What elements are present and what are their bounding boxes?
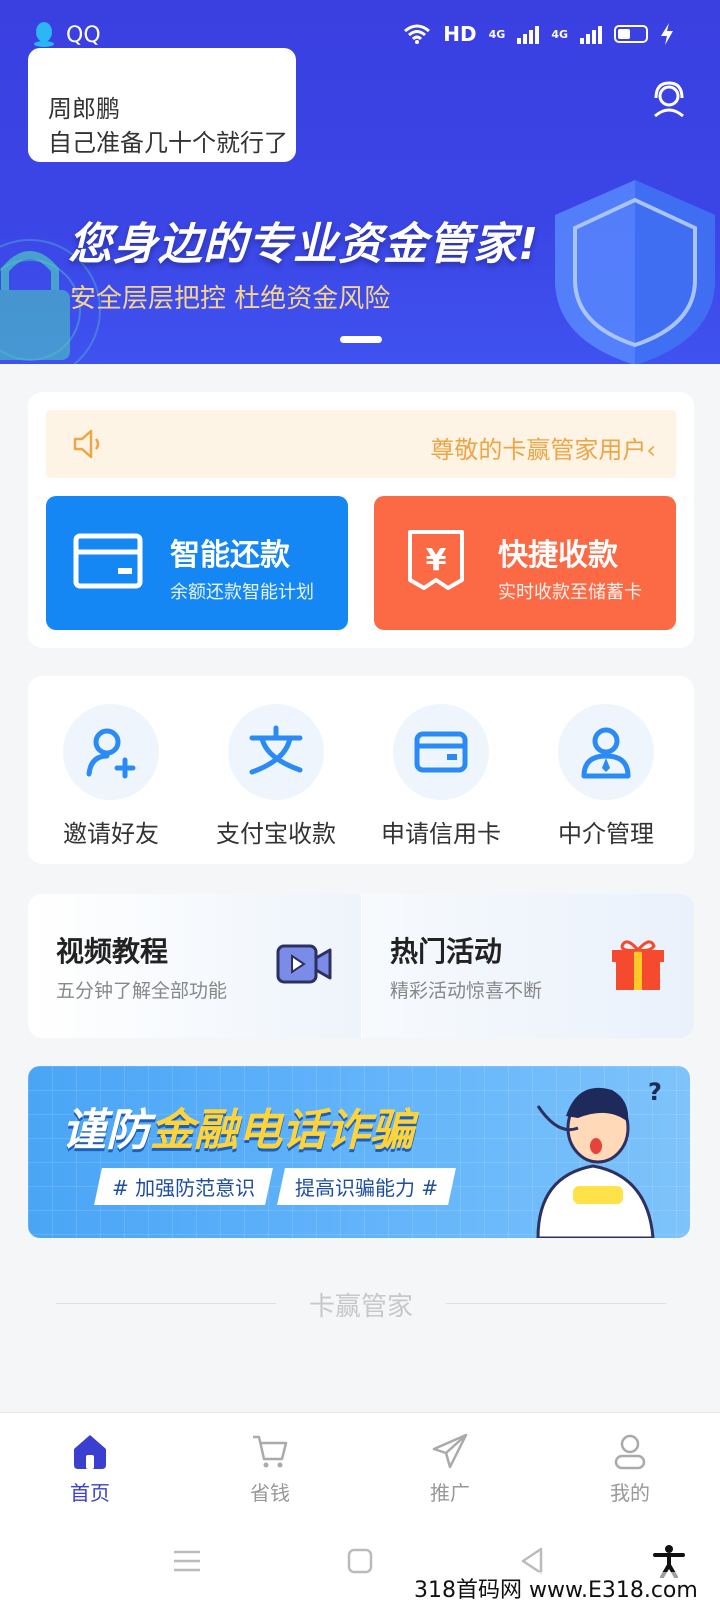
home-icon [74, 1435, 106, 1469]
speaker-icon [73, 429, 100, 459]
grid-label-alipay: 支付宝收款 [216, 820, 336, 848]
quick-collect-title: 快捷收款 [498, 538, 618, 573]
promo-card: 视频教程 五分钟了解全部功能 热门活动 精彩活动惊喜不断 [28, 894, 694, 1038]
grid-label-credit-card: 申请信用卡 [381, 820, 501, 848]
tab-home-label: 首页 [70, 1481, 110, 1505]
notification-sender: 周郎鹏 [48, 95, 120, 123]
status-left: QQ [32, 22, 101, 48]
grid-label-invite-friends: 邀请好友 [63, 820, 159, 848]
gift-icon [612, 940, 664, 990]
network-hd-label: HD [443, 22, 477, 46]
watermark-text: 318首码网 www.E318.com [414, 1572, 698, 1600]
qq-penguin-icon [34, 22, 54, 47]
grid-icon-circle [393, 704, 489, 800]
card-icon [73, 533, 143, 589]
shield-illustration-icon [555, 180, 715, 364]
battery-icon [614, 25, 648, 43]
cart-icon [253, 1435, 288, 1468]
grid-item-invite-friends[interactable]: 邀请好友 [41, 704, 181, 849]
tab-save-money[interactable]: 省钱 [210, 1431, 330, 1506]
smart-repay-button[interactable]: 智能还款 余额还款智能计划 [46, 496, 348, 630]
grid-item-credit-card[interactable]: 申请信用卡 [371, 704, 511, 849]
signal1-label: 4G [488, 27, 506, 41]
tab-home[interactable]: 首页 [30, 1431, 150, 1506]
fraud-tags: # 加强防范意识 提高识骗能力 # [94, 1168, 457, 1205]
grid-label-agent-management: 中介管理 [558, 820, 654, 848]
fraud-title-part-b: 金融电话诈骗 [150, 1105, 414, 1156]
tab-mine[interactable]: 我的 [570, 1431, 690, 1506]
banner-title: 您身边的专业资金管家! [68, 219, 540, 270]
hot-activity-subtitle: 精彩活动惊喜不断 [390, 980, 543, 1002]
bottom-tab-bar: 首页 省钱 推广 我的 [0, 1412, 720, 1522]
header: QQ HD 4G 4G 周郎鹏 自己准备几十个就行了 您身边的专业资金管家! 安… [0, 0, 720, 364]
hot-activity-entry[interactable]: 热门活动 精彩活动惊喜不断 [362, 894, 694, 1038]
grid-icon-circle [63, 704, 159, 800]
yen-receipt-icon: ¥ [408, 530, 464, 590]
video-icon [276, 944, 332, 984]
credit-card-icon [414, 731, 468, 773]
grid-item-alipay[interactable]: 支付宝收款 [206, 704, 346, 849]
fraud-tag-ability: 提高识骗能力 # [277, 1168, 457, 1205]
footer-brand-text: 卡赢管家 [308, 1292, 413, 1322]
notice-text: 尊敬的卡赢管家用户‹ [430, 436, 656, 464]
notification-message: 自己准备几十个就行了 [48, 129, 288, 157]
signal2-label: 4G [551, 27, 568, 41]
menu-icon[interactable] [170, 1544, 204, 1578]
wifi-icon [404, 24, 431, 44]
quick-collect-button[interactable]: ¥ 快捷收款 实时收款至储蓄卡 [374, 496, 676, 630]
svg-text:?: ? [648, 1078, 662, 1106]
banner-pagination-indicator [340, 336, 382, 343]
fraud-title-part-a: 谨防 [62, 1105, 150, 1156]
tab-promote[interactable]: 推广 [390, 1431, 510, 1506]
grid-icon-circle [228, 704, 324, 800]
video-tutorial-title: 视频教程 [56, 935, 169, 968]
customer-service-icon[interactable] [650, 80, 688, 118]
tab-save-money-label: 省钱 [250, 1481, 290, 1505]
grid-icon-circle [558, 704, 654, 800]
smart-repay-subtitle: 余额还款智能计划 [170, 582, 314, 603]
signal1-icon [517, 24, 540, 44]
quick-actions-card: 尊敬的卡赢管家用户‹ 智能还款 余额还款智能计划 ¥ 快捷收款 实时收款至储蓄卡 [28, 392, 694, 648]
fraud-tag-awareness: # 加强防范意识 [94, 1168, 274, 1205]
alipay-icon [249, 725, 303, 775]
hot-activity-title: 热门活动 [390, 935, 503, 968]
smart-repay-title: 智能还款 [170, 538, 290, 573]
video-tutorial-entry[interactable]: 视频教程 五分钟了解全部功能 [28, 894, 361, 1038]
video-tutorial-subtitle: 五分钟了解全部功能 [56, 980, 228, 1002]
tab-promote-label: 推广 [430, 1481, 470, 1505]
agent-icon [581, 727, 631, 779]
feature-grid-card: 邀请好友 支付宝收款 申请信用卡 中介管理 [28, 676, 694, 864]
grid-item-agent-management[interactable]: 中介管理 [536, 704, 676, 849]
charging-icon [661, 23, 673, 45]
message-notification[interactable]: 周郎鹏 自己准备几十个就行了 [28, 48, 296, 162]
profile-icon [614, 1434, 646, 1470]
banner-subtitle: 安全层层把控 杜绝资金风险 [70, 284, 391, 314]
footer-brand: 卡赢管家 [56, 1286, 666, 1322]
tab-mine-label: 我的 [610, 1481, 650, 1505]
status-app-name: QQ [66, 22, 101, 48]
fraud-title: 谨防金融电话诈骗 [62, 1094, 414, 1158]
quick-collect-subtitle: 实时收款至储蓄卡 [498, 582, 642, 603]
worried-person-illustration-icon: ? [536, 1078, 662, 1238]
signal2-icon [580, 24, 602, 44]
add-user-icon [86, 728, 136, 779]
status-right: HD 4G 4G [403, 22, 674, 46]
home-square-icon[interactable] [343, 1544, 377, 1578]
notice-marquee[interactable]: 尊敬的卡赢管家用户‹ [46, 410, 676, 478]
svg-text:¥: ¥ [426, 543, 447, 578]
send-icon [432, 1433, 468, 1469]
anti-fraud-banner[interactable]: 谨防金融电话诈骗 # 加强防范意识 提高识骗能力 # ? [28, 1066, 690, 1238]
